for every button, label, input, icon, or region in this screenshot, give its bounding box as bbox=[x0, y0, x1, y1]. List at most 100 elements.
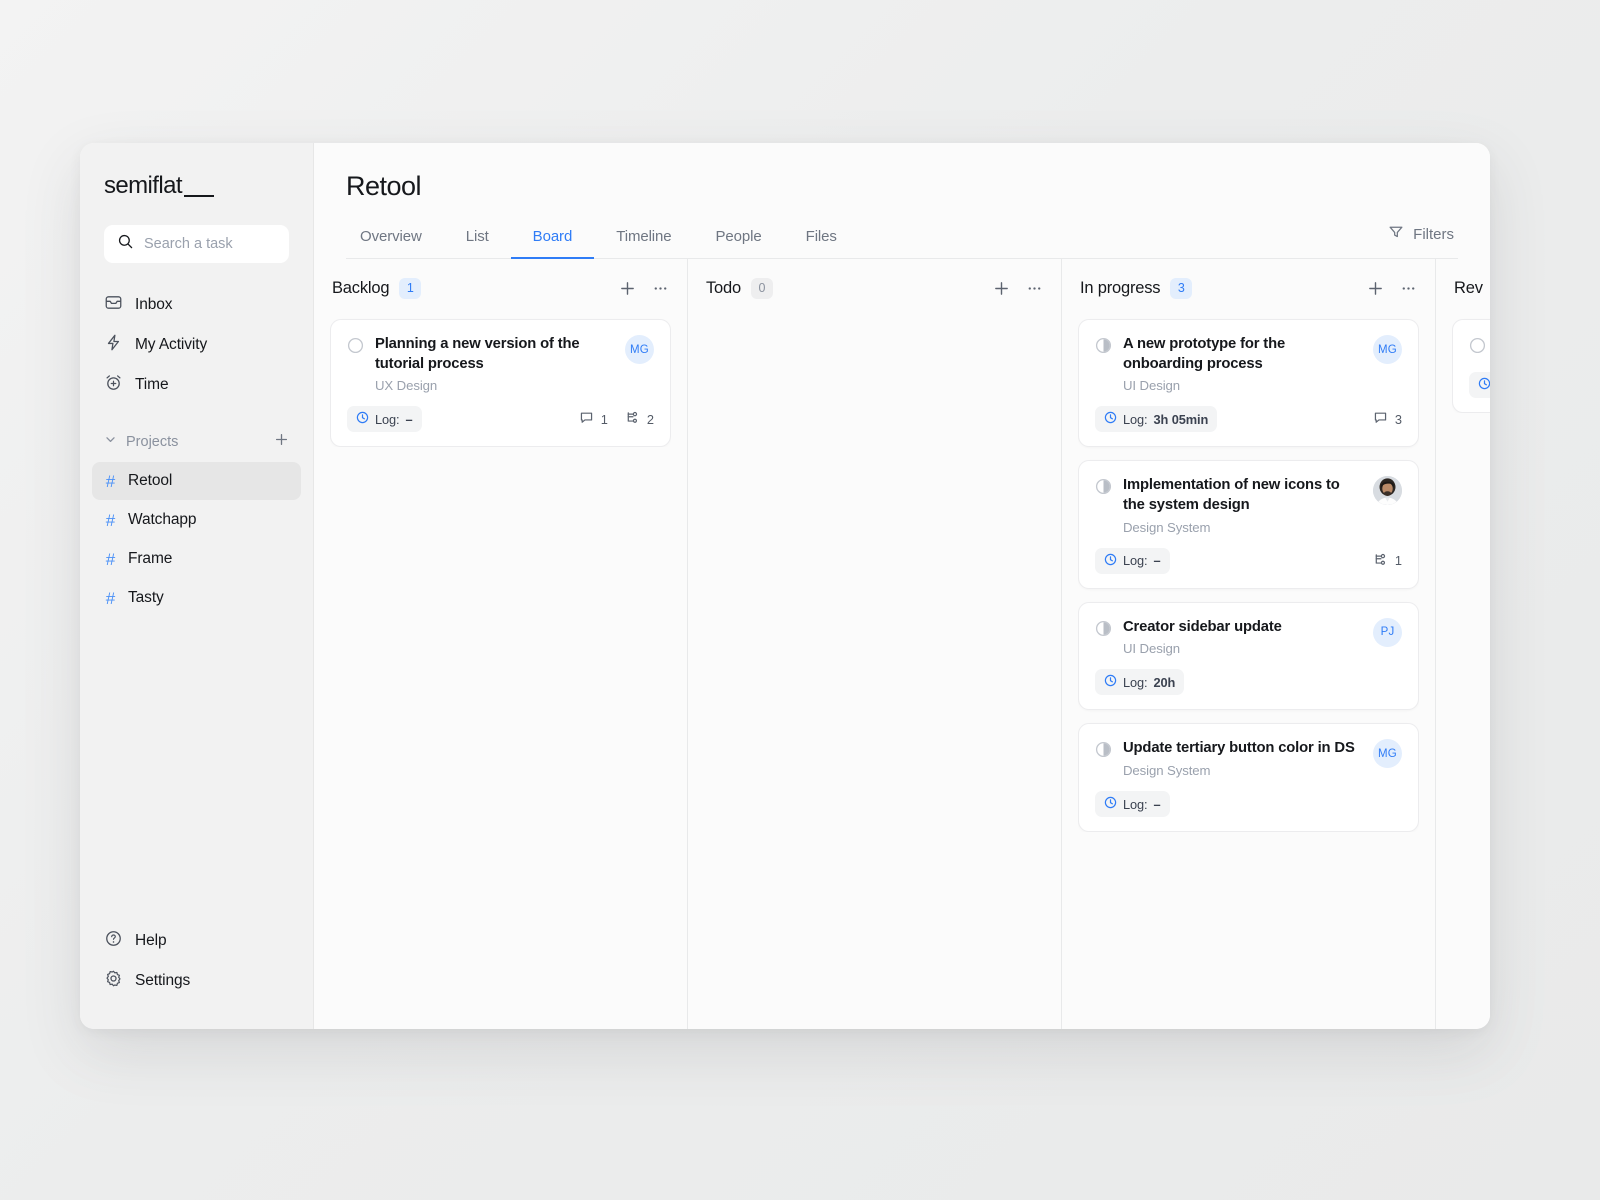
log-value: 3h 05min bbox=[1154, 412, 1209, 427]
log-chip[interactable]: Log: 20h bbox=[1095, 669, 1184, 695]
comment-icon bbox=[579, 410, 594, 428]
project-label: Retool bbox=[128, 472, 172, 490]
comments-meta[interactable]: 3 bbox=[1373, 410, 1402, 428]
tab-files[interactable]: Files bbox=[784, 228, 859, 258]
question-circle-icon bbox=[104, 929, 123, 953]
column-actions bbox=[1367, 280, 1417, 297]
tab-overview[interactable]: Overview bbox=[346, 228, 444, 258]
tab-people[interactable]: People bbox=[694, 228, 784, 258]
card-text: Creator sidebar update UI Design bbox=[1123, 618, 1362, 657]
add-card-icon[interactable] bbox=[1367, 280, 1384, 297]
sidebar-item-retool[interactable]: # Retool bbox=[92, 462, 301, 500]
task-card[interactable]: Implementation of new icons to the syste… bbox=[1078, 460, 1419, 588]
column-title: In progress bbox=[1080, 279, 1160, 298]
filters-button[interactable]: Filters bbox=[1388, 224, 1458, 258]
card-footer: Log: 3h 05min 3 bbox=[1095, 406, 1402, 432]
tab-board[interactable]: Board bbox=[511, 228, 595, 258]
brand-underline-decoration bbox=[184, 195, 214, 197]
add-card-icon[interactable] bbox=[619, 280, 636, 297]
sidebar: semiflat Inbox bbox=[80, 143, 314, 1029]
projects-section-header[interactable]: Projects bbox=[92, 427, 301, 457]
subtask-branch-icon bbox=[1373, 552, 1388, 570]
card-text: Update tertiary button color in DS Desig… bbox=[1123, 739, 1362, 778]
sidebar-item-frame[interactable]: # Frame bbox=[92, 540, 301, 578]
subtasks-count: 1 bbox=[1395, 553, 1402, 568]
add-project-icon[interactable] bbox=[274, 432, 289, 452]
task-card[interactable]: Update tertiary button color in DS Desig… bbox=[1078, 723, 1419, 832]
board-column-backlog: Backlog 1 bbox=[314, 259, 688, 1029]
main-content: Retool Overview List Board Timeline Peop… bbox=[314, 143, 1490, 1029]
card-meta: 3 bbox=[1373, 410, 1402, 428]
search-box[interactable] bbox=[104, 225, 289, 263]
log-chip[interactable]: Log: – bbox=[1095, 791, 1170, 817]
avatar[interactable]: PJ bbox=[1373, 618, 1402, 647]
status-todo-icon[interactable] bbox=[347, 337, 364, 359]
card-meta: 1 bbox=[579, 410, 654, 428]
log-chip[interactable] bbox=[1469, 372, 1490, 398]
task-card[interactable]: Planning a new version of the tutorial p… bbox=[330, 319, 671, 447]
sidebar-item-inbox[interactable]: Inbox bbox=[92, 285, 301, 325]
avatar[interactable] bbox=[1373, 476, 1402, 505]
tab-list[interactable]: List bbox=[444, 228, 511, 258]
tab-bar: Overview List Board Timeline People File… bbox=[346, 224, 1458, 259]
sidebar-item-settings[interactable]: Settings bbox=[92, 961, 301, 1001]
brand-logo[interactable]: semiflat bbox=[80, 169, 313, 203]
card-text: Planning a new version of the tutorial p… bbox=[375, 335, 614, 393]
card-footer: Log: – 1 bbox=[347, 406, 654, 432]
column-cards bbox=[704, 317, 1045, 319]
board-column-in-progress: In progress 3 bbox=[1062, 259, 1436, 1029]
column-cards bbox=[1452, 317, 1490, 413]
sidebar-item-time[interactable]: Time bbox=[92, 365, 301, 405]
comments-meta[interactable]: 1 bbox=[579, 410, 608, 428]
sidebar-item-help[interactable]: Help bbox=[92, 921, 301, 961]
ellipsis-icon[interactable] bbox=[1400, 280, 1417, 297]
avatar[interactable]: MG bbox=[1373, 335, 1402, 364]
sidebar-item-label: Time bbox=[135, 376, 168, 394]
card-title: Creator sidebar update bbox=[1123, 618, 1362, 638]
card-footer: Log: – bbox=[1095, 791, 1402, 817]
ellipsis-icon[interactable] bbox=[652, 280, 669, 297]
log-label: Log: bbox=[1123, 412, 1148, 427]
card-footer bbox=[1469, 372, 1490, 398]
sidebar-item-my-activity[interactable]: My Activity bbox=[92, 325, 301, 365]
status-in-progress-icon[interactable] bbox=[1095, 741, 1112, 763]
tab-timeline[interactable]: Timeline bbox=[594, 228, 693, 258]
chevron-down-icon[interactable] bbox=[104, 433, 117, 451]
clock-icon bbox=[1104, 553, 1117, 569]
log-label: Log: bbox=[1123, 553, 1148, 568]
task-card[interactable]: A new prototype for the onboarding proce… bbox=[1078, 319, 1419, 447]
ellipsis-icon[interactable] bbox=[1026, 280, 1043, 297]
status-todo-icon[interactable] bbox=[1469, 337, 1486, 359]
add-card-icon[interactable] bbox=[993, 280, 1010, 297]
column-title: Rev bbox=[1454, 279, 1483, 298]
card-top: Creator sidebar update UI Design PJ bbox=[1095, 618, 1402, 657]
board-column-todo: Todo 0 bbox=[688, 259, 1062, 1029]
column-count-badge: 3 bbox=[1170, 278, 1192, 299]
log-chip[interactable]: Log: – bbox=[347, 406, 422, 432]
subtasks-meta[interactable]: 1 bbox=[1373, 552, 1402, 570]
log-chip[interactable]: Log: – bbox=[1095, 548, 1170, 574]
avatar[interactable]: MG bbox=[625, 335, 654, 364]
task-card[interactable]: Creator sidebar update UI Design PJ Log: bbox=[1078, 602, 1419, 711]
tab-label: Timeline bbox=[616, 228, 671, 245]
subtasks-meta[interactable]: 2 bbox=[625, 410, 654, 428]
card-subtitle: Design System bbox=[1123, 520, 1362, 535]
column-header: In progress 3 bbox=[1078, 259, 1419, 317]
status-in-progress-icon[interactable] bbox=[1095, 478, 1112, 500]
sidebar-item-tasty[interactable]: # Tasty bbox=[92, 579, 301, 617]
status-in-progress-icon[interactable] bbox=[1095, 620, 1112, 642]
clock-icon bbox=[1104, 411, 1117, 427]
avatar[interactable]: MG bbox=[1373, 739, 1402, 768]
task-card[interactable] bbox=[1452, 319, 1490, 413]
card-top: A new prototype for the onboarding proce… bbox=[1095, 335, 1402, 393]
hash-icon: # bbox=[104, 551, 117, 568]
column-header: Todo 0 bbox=[704, 259, 1045, 317]
sidebar-item-watchapp[interactable]: # Watchapp bbox=[92, 501, 301, 539]
projects-section-label: Projects bbox=[126, 434, 265, 450]
status-in-progress-icon[interactable] bbox=[1095, 337, 1112, 359]
card-subtitle: UX Design bbox=[375, 378, 614, 393]
search-input[interactable] bbox=[144, 236, 276, 252]
gear-icon bbox=[104, 969, 123, 993]
log-chip[interactable]: Log: 3h 05min bbox=[1095, 406, 1217, 432]
hash-icon: # bbox=[104, 590, 117, 607]
